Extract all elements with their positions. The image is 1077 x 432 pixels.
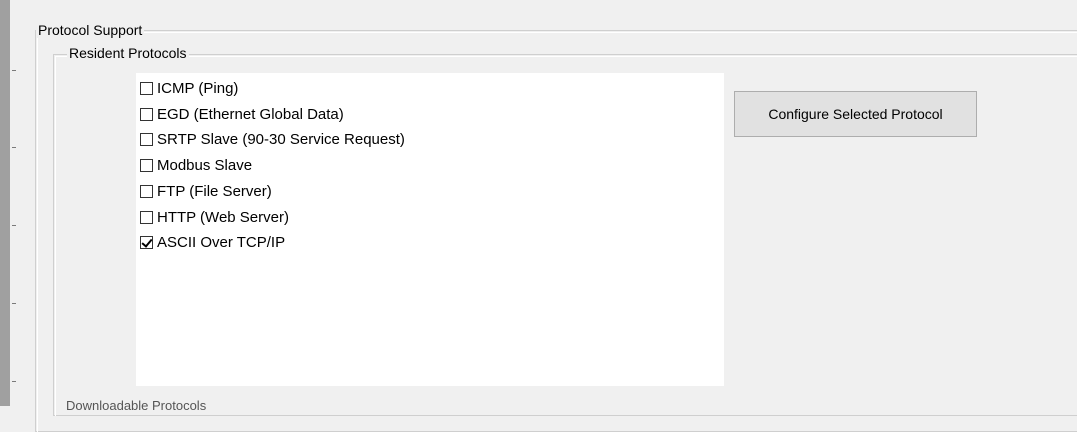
- protocol-checkbox[interactable]: [140, 158, 153, 172]
- protocol-support-legend: Protocol Support: [36, 22, 145, 38]
- configure-selected-protocol-button[interactable]: Configure Selected Protocol: [734, 91, 977, 137]
- protocol-checkbox[interactable]: [140, 81, 153, 95]
- tick-mark: [12, 147, 16, 148]
- protocol-item-srtp[interactable]: SRTP Slave (90-30 Service Request): [140, 129, 405, 149]
- protocol-item-ascii[interactable]: ASCII Over TCP/IP: [140, 232, 285, 252]
- resident-protocols-listbox[interactable]: ICMP (Ping) EGD (Ethernet Global Data) S…: [136, 73, 724, 386]
- tick-mark: [12, 303, 16, 304]
- protocol-item-egd[interactable]: EGD (Ethernet Global Data): [140, 104, 344, 124]
- protocol-label: ICMP (Ping): [157, 79, 239, 97]
- protocol-item-modbus[interactable]: Modbus Slave: [140, 155, 252, 175]
- protocol-checkbox[interactable]: [140, 210, 153, 224]
- protocol-item-ftp[interactable]: FTP (File Server): [140, 181, 272, 201]
- protocol-checkbox-checked[interactable]: [140, 235, 153, 249]
- protocol-label: EGD (Ethernet Global Data): [157, 105, 344, 123]
- left-edge-strip: [0, 0, 10, 406]
- protocol-label: FTP (File Server): [157, 182, 272, 200]
- tick-mark: [12, 225, 16, 226]
- protocol-label: Modbus Slave: [157, 156, 253, 174]
- protocol-label: SRTP Slave (90-30 Service Request): [157, 130, 405, 148]
- tick-mark: [12, 381, 16, 382]
- tick-mark: [12, 70, 16, 71]
- protocol-label: HTTP (Web Server): [157, 208, 289, 226]
- protocol-checkbox[interactable]: [140, 107, 153, 121]
- protocol-item-http[interactable]: HTTP (Web Server): [140, 207, 289, 227]
- protocol-label: ASCII Over TCP/IP: [157, 233, 286, 251]
- protocol-item-icmp[interactable]: ICMP (Ping): [140, 78, 238, 98]
- protocol-checkbox[interactable]: [140, 184, 153, 198]
- protocol-checkbox[interactable]: [140, 132, 153, 146]
- resident-protocols-legend: Resident Protocols: [67, 45, 189, 61]
